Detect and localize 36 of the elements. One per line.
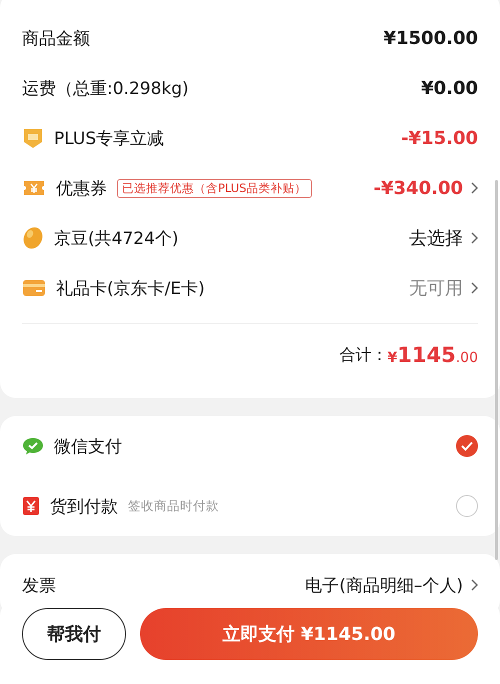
radio-button[interactable] xyxy=(456,495,478,517)
row-label: 商品金额 xyxy=(22,28,90,50)
chevron-icon xyxy=(471,182,478,194)
row-value[interactable]: -¥340.00 xyxy=(374,178,463,198)
invoice-label: 发票 xyxy=(22,574,56,596)
coupon-icon xyxy=(22,178,46,198)
check-icon xyxy=(461,441,473,451)
row-value: -¥15.00 xyxy=(401,128,478,148)
row-label: 优惠券 xyxy=(56,178,107,200)
row-label: 礼品卡(京东卡/E卡) xyxy=(56,278,205,300)
row-value[interactable]: 去选择 xyxy=(409,226,463,250)
chevron-icon xyxy=(471,282,478,294)
payment-note: 签收商品时付款 xyxy=(128,498,219,514)
radio-button[interactable] xyxy=(456,435,478,457)
chat-bubble-icon xyxy=(22,436,44,456)
chevron-icon xyxy=(471,579,478,591)
bean-icon xyxy=(22,226,44,250)
row-value: ¥1500.00 xyxy=(383,28,478,48)
total-amount: ¥1145.00 xyxy=(388,343,478,367)
promo-tag: 已选推荐优惠（含PLUS品类补贴） xyxy=(117,178,312,198)
pay-button[interactable]: 立即支付 ¥1145.00 xyxy=(140,608,478,660)
total-label: 合计： xyxy=(340,344,388,366)
payment-method-label[interactable]: 微信支付 xyxy=(54,434,122,458)
card-icon xyxy=(22,279,46,297)
row-label: 运费（总重:0.298kg) xyxy=(22,78,189,100)
chevron-icon xyxy=(471,232,478,244)
row-value: ¥0.00 xyxy=(421,78,478,98)
discount-badge-icon xyxy=(22,127,44,149)
help-pay-button[interactable]: 帮我付 xyxy=(22,608,126,660)
row-value[interactable]: 无可用 xyxy=(409,276,463,300)
yen-icon xyxy=(22,496,40,516)
row-label: PLUS专享立减 xyxy=(54,128,164,150)
invoice-value[interactable]: 电子(商品明细–个人) xyxy=(305,574,463,596)
payment-method-label[interactable]: 货到付款 xyxy=(50,494,118,518)
row-label: 京豆(共4724个) xyxy=(54,228,179,250)
scrollbar[interactable] xyxy=(495,180,498,560)
